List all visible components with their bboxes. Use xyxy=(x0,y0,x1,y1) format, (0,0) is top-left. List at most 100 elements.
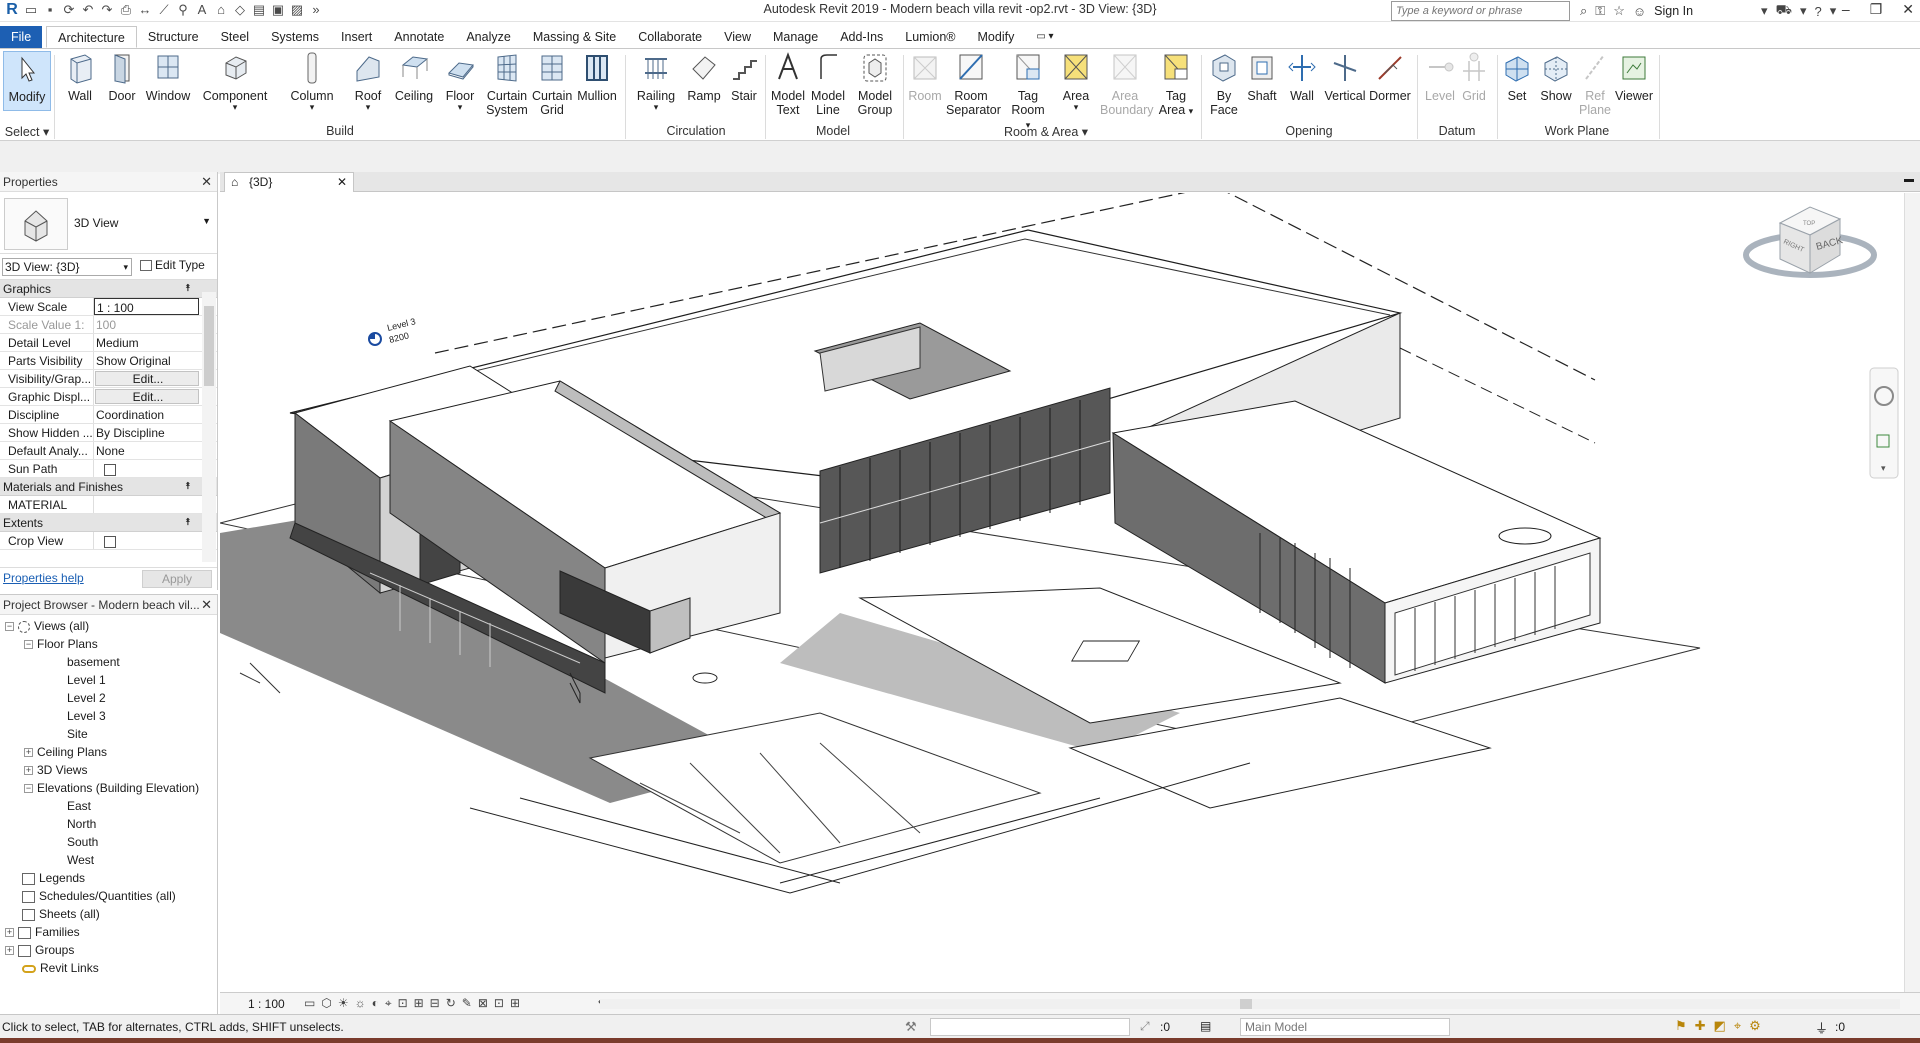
tree-node-sheets[interactable]: Sheets (all) xyxy=(0,905,217,923)
tree-node-level-3[interactable]: Level 3 xyxy=(0,707,217,725)
tree-node-3d-views[interactable]: +3D Views xyxy=(0,761,217,779)
restore-icon[interactable]: ❐ xyxy=(1870,1,1883,18)
scrollbar-thumb[interactable] xyxy=(1240,999,1252,1009)
show-hidden-field[interactable]: By Discipline xyxy=(94,424,199,441)
open-icon[interactable]: ▭ xyxy=(23,1,39,19)
modify-button[interactable]: Modify xyxy=(3,51,51,111)
help-dropdown-icon[interactable]: ▾ xyxy=(1830,3,1837,19)
expand-toggle[interactable]: + xyxy=(24,748,33,758)
tab-view[interactable]: View xyxy=(713,26,762,48)
redo-icon[interactable]: ↷ xyxy=(99,1,115,19)
by-face-button[interactable]: By Face xyxy=(1206,51,1242,117)
group-extents[interactable]: Extents ⯭ xyxy=(0,514,217,532)
show-button[interactable]: Show xyxy=(1538,51,1574,103)
tab-add-ins[interactable]: Add-Ins xyxy=(829,26,894,48)
sync-icon[interactable]: ⟳ xyxy=(61,1,77,19)
roof-dropdown-icon[interactable]: ▾ xyxy=(350,103,386,112)
area-boundary-button[interactable]: Area Boundary xyxy=(1100,51,1154,117)
close-browser-icon[interactable]: ✕ xyxy=(201,595,212,615)
expand-toggle[interactable]: + xyxy=(5,946,14,956)
group-materials[interactable]: Materials and Finishes ⯭ xyxy=(0,478,217,496)
favorites-star-icon[interactable]: ☆ xyxy=(1613,3,1625,19)
tab-architecture[interactable]: Architecture xyxy=(46,26,137,48)
graphic-display-edit-button[interactable]: Edit... xyxy=(95,389,199,404)
tag-icon[interactable]: ⚲ xyxy=(175,1,191,19)
tab-modify[interactable]: Modify xyxy=(967,26,1026,48)
vertical-button[interactable]: Vertical xyxy=(1322,51,1368,103)
close-view-icon[interactable]: ✕ xyxy=(337,173,347,191)
text-icon[interactable]: A xyxy=(194,1,210,19)
thin-lines-icon[interactable]: ▤ xyxy=(251,1,267,19)
filter-icon[interactable]: ⏚ xyxy=(1815,1018,1828,1037)
tree-node-south[interactable]: South xyxy=(0,833,217,851)
detail-level-field[interactable]: Medium xyxy=(94,334,199,351)
component-dropdown-icon[interactable]: ▾ xyxy=(202,103,268,112)
sign-in-dropdown-icon[interactable]: ▾ xyxy=(1761,3,1768,19)
collapse-icon[interactable]: ⯭ xyxy=(185,514,191,532)
collapse-toggle[interactable]: − xyxy=(5,622,14,632)
discipline-field[interactable]: Coordination xyxy=(94,406,199,423)
opening-wall-button[interactable]: Wall xyxy=(1284,51,1320,103)
viewcube[interactable]: BACK RIGHT TOP xyxy=(1743,206,1877,278)
scrollbar-thumb[interactable] xyxy=(204,306,214,386)
area-button[interactable]: Area ▾ xyxy=(1058,51,1094,112)
tab-lumion[interactable]: Lumion® xyxy=(894,26,966,48)
tab-list-dropdown-icon[interactable]: ▬ xyxy=(1904,174,1914,185)
cart-icon[interactable]: ⛟ xyxy=(1776,2,1792,20)
wall-button[interactable]: Wall xyxy=(62,51,98,103)
close-hidden-icon[interactable]: ▣ xyxy=(270,1,286,19)
tree-node-east[interactable]: East xyxy=(0,797,217,815)
shaft-button[interactable]: Shaft xyxy=(1242,51,1282,103)
user-icon[interactable]: ☺ xyxy=(1633,4,1646,19)
close-window-icon[interactable]: ✕ xyxy=(1902,1,1914,18)
save-icon[interactable]: ▪ xyxy=(42,1,58,19)
help-icon[interactable]: ? xyxy=(1814,4,1821,19)
column-button[interactable]: Column ▾ xyxy=(288,51,336,112)
area-dropdown-icon[interactable]: ▾ xyxy=(1058,103,1094,112)
tree-node-basement[interactable]: basement xyxy=(0,653,217,671)
properties-help-link[interactable]: Properties help xyxy=(3,571,84,585)
exchange-dropdown-icon[interactable]: ▾ xyxy=(1800,3,1807,19)
vertical-scrollbar[interactable] xyxy=(1904,193,1920,992)
tree-node-level-2[interactable]: Level 2 xyxy=(0,689,217,707)
curtain-grid-button[interactable]: Curtain Grid xyxy=(532,51,572,117)
view-control-icons[interactable]: ▭⬡☀☼◐⌖⊡⊞⊟↻✎⊠⊡⊞ xyxy=(304,996,526,1011)
door-button[interactable]: Door xyxy=(104,51,140,103)
viewer-button[interactable]: Viewer xyxy=(1614,51,1654,103)
selection-settings-icons[interactable]: ⚑✚◩⌖⚙ xyxy=(1675,1018,1769,1034)
visibility-graphics-edit-button[interactable]: Edit... xyxy=(95,371,199,386)
tab-insert[interactable]: Insert xyxy=(330,26,383,48)
qat-more-icon[interactable]: » xyxy=(308,1,324,19)
switch-windows-icon[interactable]: ▨ xyxy=(289,1,305,19)
ref-plane-button[interactable]: Ref Plane xyxy=(1578,51,1612,117)
section-icon[interactable]: ◇ xyxy=(232,1,248,19)
tree-node-groups[interactable]: + Groups xyxy=(0,941,217,959)
grid-button[interactable]: Grid xyxy=(1454,51,1494,103)
tab-steel[interactable]: Steel xyxy=(210,26,261,48)
revit-logo-icon[interactable]: R xyxy=(4,1,20,19)
mullion-button[interactable]: Mullion xyxy=(576,51,618,103)
room-separator-button[interactable]: Room Separator xyxy=(946,51,1001,117)
tree-node-site[interactable]: Site xyxy=(0,725,217,743)
default-3d-icon[interactable]: ⌂ xyxy=(213,1,229,19)
tree-node-west[interactable]: West xyxy=(0,851,217,869)
subscription-icon[interactable]: ⚿ xyxy=(1595,3,1605,19)
curtain-system-button[interactable]: Curtain System xyxy=(486,51,528,117)
room-area-panel-label[interactable]: Room & Area ▾ xyxy=(905,124,1187,139)
ramp-button[interactable]: Ramp xyxy=(684,51,724,103)
navbar-dropdown-icon[interactable]: ▾ xyxy=(1881,463,1886,473)
collapse-icon[interactable]: ⯭ xyxy=(185,478,191,496)
model-text-button[interactable]: Model Text xyxy=(768,51,808,117)
model-line-button[interactable]: Model Line xyxy=(808,51,848,117)
properties-scrollbar[interactable] xyxy=(202,292,216,562)
print-icon[interactable]: ⎙ xyxy=(118,1,134,19)
worksets-icon[interactable]: ⚒ xyxy=(905,1019,917,1035)
type-dropdown-icon[interactable]: ▼ xyxy=(202,216,211,226)
tab-analyze[interactable]: Analyze xyxy=(455,26,521,48)
editable-only-icon[interactable]: ⤢ xyxy=(1140,1019,1150,1034)
help-search-input[interactable] xyxy=(1391,1,1570,21)
set-button[interactable]: Set xyxy=(1500,51,1534,103)
infocenter-binoculars-icon[interactable]: ⌕ xyxy=(1580,3,1587,19)
floor-dropdown-icon[interactable]: ▾ xyxy=(440,103,480,112)
collapse-toggle[interactable]: − xyxy=(24,640,33,650)
